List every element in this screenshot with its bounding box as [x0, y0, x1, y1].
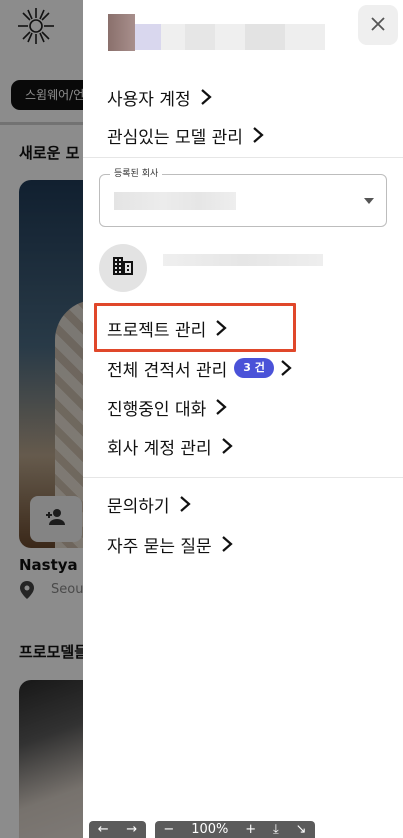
chevron-right-icon — [176, 494, 194, 514]
menu-link-favorite-models[interactable]: 관심있는 모델 관리 — [107, 122, 267, 148]
divider — [83, 157, 403, 158]
dropdown-caret-icon — [364, 198, 374, 204]
menu-link-label: 프로젝트 관리 — [107, 320, 207, 341]
zoom-in-icon[interactable]: + — [245, 822, 256, 837]
building-icon — [113, 257, 133, 279]
back-arrow-icon[interactable]: ← — [98, 822, 109, 837]
zoom-level: 100% — [191, 822, 229, 837]
close-button[interactable] — [358, 5, 398, 45]
menu-link-faq[interactable]: 자주 묻는 질문 — [107, 531, 236, 557]
chevron-right-icon — [218, 534, 236, 554]
divider — [83, 477, 403, 478]
menu-link-label: 자주 묻는 질문 — [107, 536, 212, 557]
chevron-right-icon — [212, 397, 230, 417]
company-name-redacted — [163, 254, 323, 266]
menu-link-project-management[interactable]: 프로젝트 관리 — [107, 315, 230, 341]
menu-link-contact[interactable]: 문의하기 — [107, 491, 194, 517]
menu-link-label: 사용자 계정 — [107, 89, 191, 110]
menu-link-all-quotes[interactable]: 전체 견적서 관리 3 건 — [107, 355, 295, 381]
zoom-out-icon[interactable]: − — [163, 822, 174, 837]
collapse-icon[interactable]: ↘ — [296, 822, 307, 837]
user-avatar — [108, 14, 135, 51]
chevron-right-icon — [197, 87, 215, 107]
menu-link-label: 문의하기 — [107, 496, 170, 517]
side-drawer: 사용자 계정 관심있는 모델 관리 등록된 회사 프로젝트 관리 전체 견적서 … — [83, 0, 403, 838]
company-select-label: 등록된 회사 — [110, 167, 163, 181]
menu-link-label: 회사 계정 관리 — [107, 438, 212, 459]
company-select[interactable]: 등록된 회사 — [99, 167, 387, 227]
menu-link-label: 전체 견적서 관리 — [107, 360, 228, 381]
chevron-right-icon — [212, 318, 230, 338]
download-icon[interactable]: ⤓ — [273, 822, 279, 837]
chevron-right-icon — [218, 436, 236, 456]
zoom-toolbar: − 100% + ⤓ ↘ — [155, 821, 315, 838]
chevron-right-icon — [249, 125, 267, 145]
close-icon — [371, 16, 385, 35]
quote-count-badge: 3 건 — [234, 358, 274, 378]
company-avatar — [99, 244, 147, 292]
company-select-value-redacted — [114, 192, 236, 210]
menu-link-label: 진행중인 대화 — [107, 399, 207, 420]
chevron-right-icon — [277, 358, 295, 378]
nav-toolbar: ← → — [89, 821, 146, 838]
menu-link-company-accounts[interactable]: 회사 계정 관리 — [107, 433, 236, 459]
user-name-redacted — [135, 24, 325, 50]
menu-link-label: 관심있는 모델 관리 — [107, 127, 243, 148]
menu-link-ongoing-chats[interactable]: 진행중인 대화 — [107, 394, 230, 420]
forward-arrow-icon[interactable]: → — [126, 822, 137, 837]
menu-link-user-account[interactable]: 사용자 계정 — [107, 84, 215, 110]
